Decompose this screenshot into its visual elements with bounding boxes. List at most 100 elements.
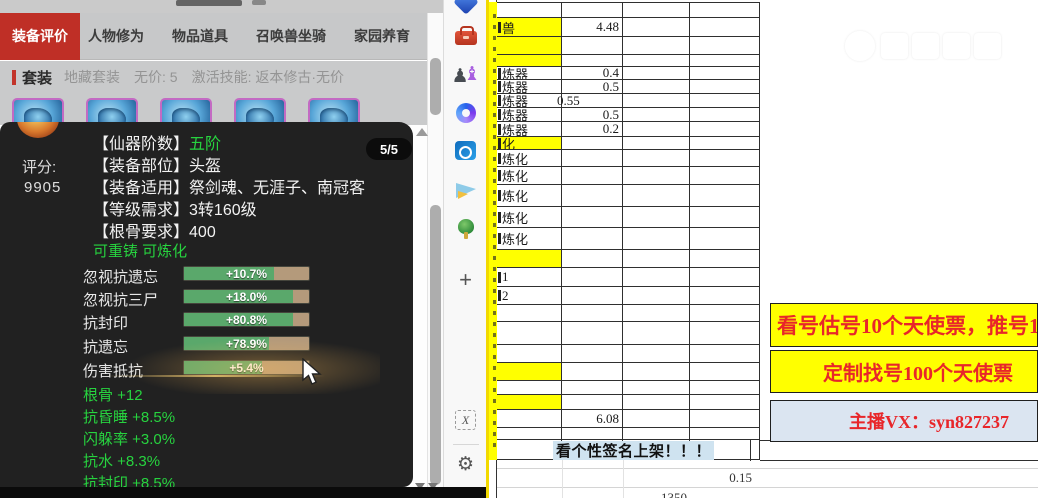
sheet-label-cell[interactable] [497,410,562,428]
sheet-cell[interactable] [690,363,760,381]
sheet-cell[interactable] [623,167,690,185]
sheet-cell[interactable] [690,150,760,167]
sheet-value-cell[interactable] [562,55,623,67]
sheet-label-cell[interactable] [497,428,562,440]
sheet-value-cell[interactable] [562,150,623,167]
sheet-cell[interactable] [623,345,690,363]
sheet-cell[interactable] [623,55,690,67]
tab-召唤兽坐骑[interactable]: 召唤兽坐骑 [256,26,326,46]
sheet-cell[interactable] [623,80,690,94]
scroll-up-icon[interactable] [416,128,428,136]
sheet-label-cell[interactable] [497,345,562,363]
sheet-label-cell[interactable]: 2 [497,287,562,305]
chess-icon[interactable]: ♟ ♝ [444,63,487,87]
gear-icon[interactable]: ⚙ [444,452,487,476]
sheet-cell[interactable] [690,137,760,150]
sheet-cell[interactable] [690,37,760,55]
sheet-label-cell[interactable]: 炼化 [497,150,562,167]
sheet-label-cell[interactable] [497,381,562,395]
tab-物品道具[interactable]: 物品道具 [172,26,228,46]
sheet-cell[interactable] [623,2,690,18]
announcement-cell[interactable]: 定制找号100个天使票 [770,350,1038,393]
sheet-label-cell[interactable] [497,2,562,18]
sheet-cell[interactable] [690,207,760,228]
sheet-cell[interactable] [623,108,690,122]
sheet-value-cell[interactable] [562,395,623,410]
sheet-label-cell[interactable] [497,363,562,381]
sheet-value-cell[interactable]: 4.48 [562,18,623,37]
add-button[interactable]: + [444,267,487,292]
sheet-value-cell[interactable]: 0.2 [562,122,623,137]
sheet-value-cell[interactable]: 0.5 [562,80,623,94]
sheet-label-cell[interactable] [497,37,562,55]
sheet-cell[interactable] [690,287,760,305]
cell-value-1350[interactable]: 1350 [623,490,687,498]
sheet-value-cell[interactable] [562,207,623,228]
sheet-cell[interactable] [623,137,690,150]
sheet-label-cell[interactable]: 炼器 [497,80,562,94]
sheet-cell[interactable] [623,322,690,345]
announcement-cell[interactable]: 看号估号10个天使票，推号100— [770,303,1038,347]
sheet-cell[interactable] [623,94,690,108]
sheet-cell[interactable] [623,410,690,428]
selected-cell-text[interactable]: 看个性签名上架！！！ [553,441,715,460]
sheet-cell[interactable] [690,345,760,363]
sheet-cell[interactable] [690,268,760,287]
x-dashed-icon[interactable]: X [444,408,487,432]
sheet-cell[interactable] [690,428,760,440]
sheet-value-cell[interactable] [562,428,623,440]
sheet-value-cell[interactable] [562,37,623,55]
sheet-cell[interactable] [623,250,690,268]
sheet-cell[interactable] [623,287,690,305]
sheet-cell[interactable] [690,167,760,185]
sheet-cell[interactable] [690,18,760,37]
sheet-cell[interactable] [623,150,690,167]
sheet-cell[interactable] [623,381,690,395]
sheet-cell[interactable] [690,305,760,322]
sheet-value-cell[interactable] [562,305,623,322]
sheet-label-cell[interactable] [497,395,562,410]
sheet-cell[interactable] [690,122,760,137]
sheet-cell[interactable] [690,228,760,250]
tree-icon[interactable] [444,217,487,241]
sheet-cell[interactable] [690,410,760,428]
sheet-value-cell[interactable] [562,287,623,305]
sheet-label-cell[interactable] [497,305,562,322]
sheet-cell[interactable] [623,185,690,207]
sheet-label-cell[interactable]: 炼化 [497,185,562,207]
loop-icon[interactable] [444,101,487,125]
sheet-value-cell[interactable]: 0.55 [557,94,623,108]
tab-家园养育[interactable]: 家园养育 [354,26,410,46]
sheet-cell[interactable] [690,108,760,122]
sheet-label-cell[interactable] [497,55,562,67]
sheet-value-cell[interactable] [562,167,623,185]
sheet-label-cell[interactable] [497,250,562,268]
scrollbar-thumb[interactable] [430,205,441,485]
sheet-value-cell[interactable] [562,250,623,268]
scrollbar-thumb-top[interactable] [430,58,441,115]
sheet-label-cell[interactable] [497,322,562,345]
sheet-cell[interactable] [690,67,760,80]
sheet-cell[interactable] [690,80,760,94]
sheet-value-cell[interactable] [562,268,623,287]
sheet-cell[interactable] [623,207,690,228]
sheet-value-cell[interactable]: 6.08 [562,410,623,428]
sheet-cell[interactable] [690,395,760,410]
sheet-value-cell[interactable] [562,345,623,363]
sheet-label-cell[interactable]: 1 [497,268,562,287]
sheet-label-cell[interactable]: 兽 [497,18,562,37]
sheet-cell[interactable] [623,37,690,55]
sheet-label-cell[interactable]: 炼器 [497,94,562,108]
game-scrollbar[interactable] [415,13,443,490]
tab-人物修为[interactable]: 人物修为 [88,26,144,46]
sheet-cell[interactable] [690,185,760,207]
sheet-cell[interactable] [623,228,690,250]
sheet-cell[interactable] [623,305,690,322]
sheet-cell[interactable] [623,67,690,80]
sheet-value-cell[interactable] [562,322,623,345]
sheet-label-cell[interactable]: 炼化 [497,207,562,228]
toolbox-icon[interactable] [444,26,487,50]
announcement-cell[interactable]: 主播VX：syn827237 [770,400,1038,442]
cell-value-015[interactable]: 0.15 [690,470,752,486]
sheet-cell[interactable] [623,18,690,37]
